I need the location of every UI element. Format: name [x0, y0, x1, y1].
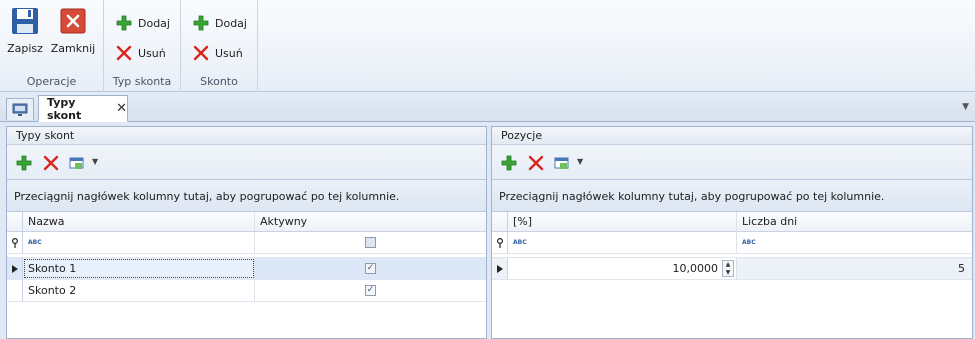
row-current-indicator-icon [492, 258, 508, 279]
typ-skonta-delete-button[interactable]: Usuń [116, 44, 166, 62]
typ-skonta-add-label: Dodaj [138, 16, 170, 30]
monitor-icon [12, 103, 28, 116]
row-indicator-header [492, 212, 508, 231]
tab-menu-button[interactable] [6, 98, 34, 120]
add-row-icon[interactable] [501, 155, 517, 171]
typ-skonta-add-button[interactable]: Dodaj [116, 14, 170, 32]
column-header-percent[interactable]: [%] [508, 212, 737, 231]
grid-header-row: Nazwa Aktywny [7, 212, 486, 232]
skonto-delete-button[interactable]: Usuń [193, 44, 243, 62]
delete-x-icon [116, 45, 132, 61]
plus-icon [116, 15, 132, 31]
ribbon-group-skonto: Dodaj Usuń Skonto [181, 0, 258, 92]
table-row[interactable]: 10,0000 ▲ ▼ 5 [492, 258, 972, 280]
typ-skonta-delete-label: Usuń [138, 46, 166, 60]
grid-view-dropdown-icon[interactable]: ▼ [577, 157, 583, 166]
skonto-add-label: Dodaj [215, 16, 247, 30]
cell-aktywny[interactable]: ✓ [255, 280, 486, 301]
table-row[interactable]: Skonto 2 ✓ [7, 280, 486, 302]
panel-typy-skont-toolbar: ▼ [7, 145, 486, 179]
filter-row: ABC [7, 232, 486, 254]
row-current-indicator-icon [7, 258, 23, 279]
group-title-operacje: Operacje [26, 75, 77, 88]
active-checkbox[interactable]: ✓ [365, 263, 376, 274]
row-indicator [7, 280, 23, 301]
column-header-liczba-dni[interactable]: Liczba dni [737, 212, 972, 231]
filter-checkbox[interactable] [365, 237, 376, 248]
save-icon [10, 6, 40, 36]
percent-spinner[interactable]: ▲ ▼ [722, 260, 734, 277]
tab-typy-skont[interactable]: Typy skont ✕ [38, 95, 128, 122]
text-filter-icon: ABC [28, 239, 42, 246]
close-window-icon [58, 6, 88, 36]
panel-pozycje-title: Pozycje [492, 127, 972, 145]
filter-aktywny[interactable] [255, 232, 486, 253]
delete-row-icon[interactable] [528, 155, 544, 171]
cell-percent-editor[interactable]: 10,0000 ▲ ▼ [508, 258, 737, 279]
close-button[interactable]: Zamknij [50, 6, 96, 55]
ribbon: Zapisz Zamknij Operacje Dodaj Usuń Typ s… [0, 0, 975, 92]
grid-header-row: [%] Liczba dni [492, 212, 972, 232]
panel-pozycje: Pozycje ▼ Przeciągnij nagłówek kolumny t… [491, 126, 973, 339]
grid-view-dropdown-icon[interactable]: ▼ [92, 157, 98, 166]
document-tabstrip: Typy skont ✕ ▼ [0, 92, 975, 122]
filter-percent[interactable]: ABC [508, 232, 737, 253]
column-header-aktywny[interactable]: Aktywny [255, 212, 486, 231]
ribbon-group-typ-skonta: Dodaj Usuń Typ skonta [104, 0, 181, 92]
panel-typy-skont: Typy skont ▼ Przeciągnij nagłówek kolumn… [6, 126, 487, 339]
column-header-nazwa[interactable]: Nazwa [23, 212, 255, 231]
filter-liczba-dni[interactable]: ABC [737, 232, 972, 253]
grid-view-icon[interactable] [69, 155, 85, 171]
table-row[interactable]: Skonto 1 ✓ [7, 258, 486, 280]
group-by-hint: Przeciągnij nagłówek kolumny tutaj, aby … [7, 179, 486, 212]
text-filter-icon: ABC [742, 239, 756, 246]
add-row-icon[interactable] [16, 155, 32, 171]
tab-list-dropdown-icon[interactable]: ▼ [962, 102, 969, 112]
filter-pin-icon [7, 232, 23, 253]
panel-pozycje-toolbar: ▼ [492, 145, 972, 179]
skonto-add-button[interactable]: Dodaj [193, 14, 247, 32]
ribbon-group-operacje: Zapisz Zamknij Operacje [0, 0, 104, 92]
row-indicator-header [7, 212, 23, 231]
cell-nazwa[interactable]: Skonto 2 [23, 280, 255, 301]
text-filter-icon: ABC [513, 239, 527, 246]
group-title-skonto: Skonto [200, 75, 238, 88]
panel-typy-skont-title: Typy skont [7, 127, 486, 145]
delete-x-icon [193, 45, 209, 61]
cell-nazwa[interactable]: Skonto 1 [23, 258, 255, 279]
save-label: Zapisz [7, 42, 43, 55]
cell-aktywny[interactable]: ✓ [255, 258, 486, 279]
skonto-delete-label: Usuń [215, 46, 243, 60]
tab-close-icon[interactable]: ✕ [116, 102, 127, 115]
filter-row: ABC ABC [492, 232, 972, 254]
close-label: Zamknij [50, 42, 96, 55]
filter-nazwa[interactable]: ABC [23, 232, 255, 253]
cell-liczba-dni[interactable]: 5 [737, 258, 972, 279]
group-by-hint: Przeciągnij nagłówek kolumny tutaj, aby … [492, 179, 972, 212]
tab-typy-skont-label: Typy skont [47, 95, 82, 122]
filter-pin-icon [492, 232, 508, 253]
group-title-typ-skonta: Typ skonta [112, 75, 172, 88]
delete-row-icon[interactable] [43, 155, 59, 171]
plus-icon [193, 15, 209, 31]
grid-view-icon[interactable] [554, 155, 570, 171]
active-checkbox[interactable]: ✓ [365, 285, 376, 296]
save-button[interactable]: Zapisz [3, 6, 47, 55]
percent-value: 10,0000 [672, 262, 719, 275]
